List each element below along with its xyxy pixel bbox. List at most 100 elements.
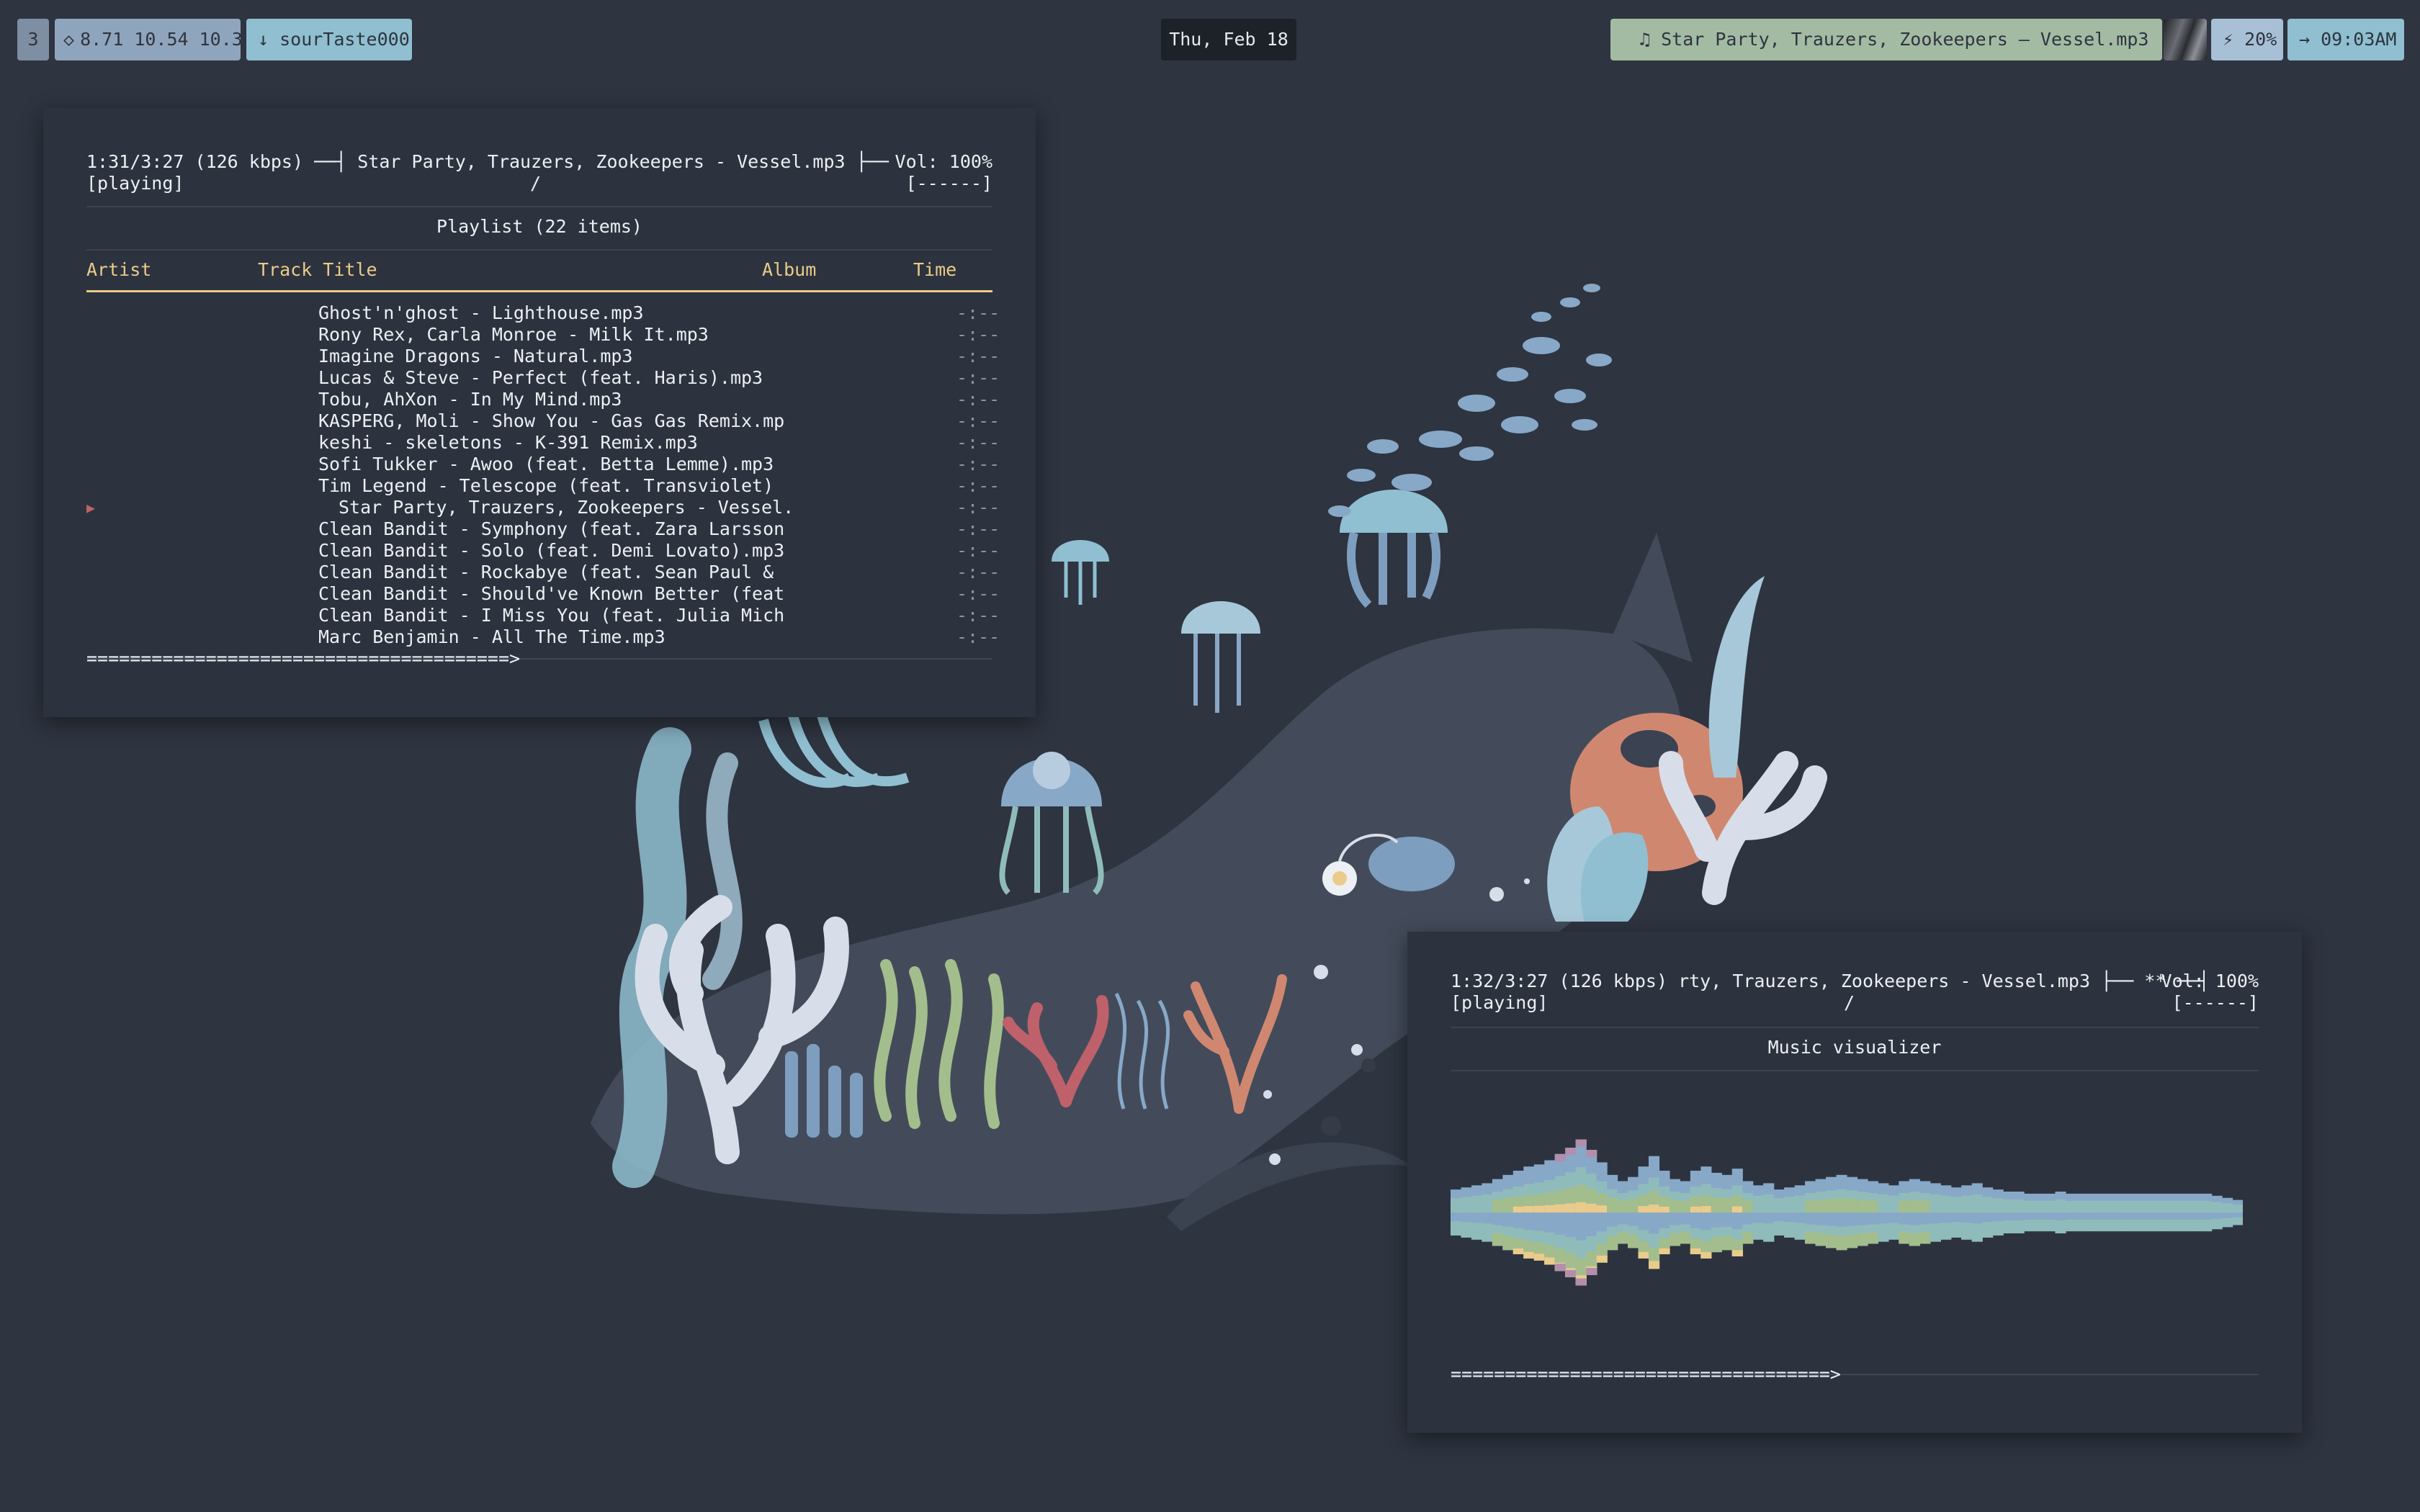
playlist-row[interactable]: Ghost'n'ghost - Lighthouse.mp3 -:-- [86,302,1000,324]
column-header-artist[interactable]: Artist [86,259,151,281]
battery-level: 20% [2244,29,2277,50]
status-bar: 3 ◇ 8.71 10.54 10.36 ↓ sourTaste000 Thu, … [0,19,2420,60]
visualizer-title: Music visualizer [1767,1037,1942,1058]
spectrum-bar [1628,1234,1639,1248]
spectrum-bar [1451,1221,1462,1236]
spectrum-bar [1742,1231,1754,1244]
spectrum-bar [1847,1199,1858,1212]
column-header-album[interactable]: Album [762,259,816,281]
spectrum-bar [2232,1217,2243,1225]
spectrum-bar [1690,1248,1701,1254]
spectrum-bar [1638,1251,1649,1259]
track-time: -:-- [956,475,1000,496]
playlist-row[interactable]: Sofi Tukker - Awoo (feat. Betta Lemme).m… [86,454,1000,475]
spectrum-bar [1680,1200,1691,1212]
album-art-thumbnail [2164,19,2207,60]
spectrum-bar [1794,1223,1806,1240]
arrow-right-icon: → [2299,29,2311,50]
spectrum-bar [2107,1219,2118,1232]
track-time: -:-- [956,605,1000,626]
spectrum-bar [1899,1200,1910,1212]
music-visualizer-window[interactable]: 1:32/3:27 (126 kbps) rty, Trauzers, Zook… [1407,932,2302,1433]
playlist-row[interactable]: Tim Legend - Telescope (feat. Transviole… [86,475,1000,497]
playlist-row[interactable]: KASPERG, Moli - Show You - Gas Gas Remix… [86,410,1000,432]
playlist-row[interactable]: Marc Benjamin - All The Time.mp3 -:-- [86,626,1000,648]
date-widget[interactable]: Thu, Feb 18 [1161,19,1296,60]
cpu-load-values: 8.71 10.54 10.36 [80,29,254,50]
now-playing-title: Star Party, Trauzers, Zookeepers – Vesse… [1661,29,2149,50]
spectrum-bar [1919,1200,1931,1212]
music-player-playlist-window[interactable]: 1:31/3:27 (126 kbps) ──┤ Star Party, Tra… [43,108,1036,717]
spectrum-bar [2055,1220,2066,1233]
spectrum-peak [1586,1268,1597,1275]
spectrum-bar [1867,1231,1879,1244]
fish-school-illustration [1328,284,1612,517]
spectrum-bar [2034,1200,2045,1212]
spectrum-bar [1544,1205,1556,1212]
spectrum-bar [1888,1195,1899,1212]
spectrum-bar [1857,1200,1868,1212]
spectrum-bar [1512,1206,1524,1212]
track-title: keshi - skeletons - K-391 Remix.mp3 [318,432,698,453]
track-title: Clean Bandit - Solo (feat. Demi Lovato).… [318,540,785,561]
now-playing-widget[interactable]: ♫ Star Party, Trauzers, Zookeepers – Ves… [1610,19,2162,60]
spectrum-bar [2045,1219,2056,1232]
track-title: Tobu, AhXon - In My Mind.mp3 [318,389,622,410]
spectrum-bar [2190,1219,2202,1232]
spectrum-bar [2118,1219,2129,1232]
spectrum-bar [1607,1198,1618,1212]
spectrum-bar [1711,1237,1722,1253]
spectrum-peak [1575,1139,1587,1147]
track-title: Marc Benjamin - All The Time.mp3 [318,626,666,647]
playlist-row[interactable]: Rony Rex, Carla Monroe - Milk It.mp3 -:-- [86,324,1000,346]
spectrum-bar [2055,1200,2066,1212]
playback-state: [playing] [1451,992,1549,1013]
spectrum-bar [1659,1248,1670,1254]
spectrum-bar [2232,1205,2243,1212]
spinner: / [530,173,542,194]
volume-level[interactable]: Vol: 100% [2161,971,2259,992]
spectrum-bar [1512,1248,1524,1254]
spectrum-bar [2148,1219,2160,1232]
spectrum-bar [1784,1197,1796,1212]
spectrum-bar [1950,1197,1962,1212]
spectrum-bar [1544,1257,1556,1265]
playback-status: 1:32/3:27 (126 kbps) rty, Trauzers, Zook… [1451,971,2210,991]
playlist-row[interactable]: Clean Bandit - I Miss You (feat. Julia M… [86,605,1000,626]
spectrum-bar [2222,1203,2233,1212]
spectrum-bar [1461,1197,1472,1212]
spectrum-bar [1461,1222,1472,1238]
playlist-row[interactable]: Tobu, AhXon - In My Mind.mp3 -:-- [86,389,1000,410]
column-header-title[interactable]: Track Title [258,259,377,281]
playlist-row[interactable]: Clean Bandit - Should've Known Better (f… [86,583,1000,605]
playlist-row[interactable]: Clean Bandit - Symphony (feat. Zara Lars… [86,518,1000,540]
spectrum-visualizer [1451,1139,2243,1286]
spectrum-bar [1554,1204,1566,1212]
spectrum-bar [1607,1236,1618,1251]
track-time: -:-- [956,540,1000,561]
playlist-row[interactable]: Clean Bandit - Rockabye (feat. Sean Paul… [86,562,1000,583]
playlist-row[interactable]: Lucas & Steve - Perfect (feat. Haris).mp… [86,367,1000,389]
player-flags: [------] [905,173,992,194]
playlist-row[interactable]: keshi - skeletons - K-391 Remix.mp3 -:-- [86,432,1000,454]
playlist-row[interactable]: ▶ Star Party, Trauzers, Zookeepers - Vess… [86,497,1000,518]
spectrum-bar [2180,1200,2192,1212]
playlist-row[interactable]: Imagine Dragons - Natural.mp3 -:-- [86,346,1000,367]
seek-progress-bar[interactable]: =======================================> [86,648,520,670]
spectrum-bar [1680,1231,1691,1244]
spectrum-bar [1763,1194,1775,1212]
spectrum-bar [1731,1206,1743,1212]
spectrum-bar [1950,1222,1962,1238]
spectrum-bar [1565,1203,1577,1212]
spectrum-bar [1857,1233,1868,1246]
column-header-time[interactable]: Time [913,259,956,281]
workspace-indicator[interactable]: 3 [17,19,49,60]
volume-level[interactable]: Vol: 100% [895,151,992,173]
track-time: -:-- [956,583,1000,604]
track-title: Clean Bandit - Rockabye (feat. Sean Paul… [318,562,774,582]
spectrum-bar [2065,1219,2077,1232]
playlist-row[interactable]: Clean Bandit - Solo (feat. Demi Lovato).… [86,540,1000,562]
spectrum-bar [2169,1200,2181,1212]
spectrum-bar [1451,1198,1462,1212]
seek-progress-bar[interactable]: ===================================> [1451,1364,1841,1385]
